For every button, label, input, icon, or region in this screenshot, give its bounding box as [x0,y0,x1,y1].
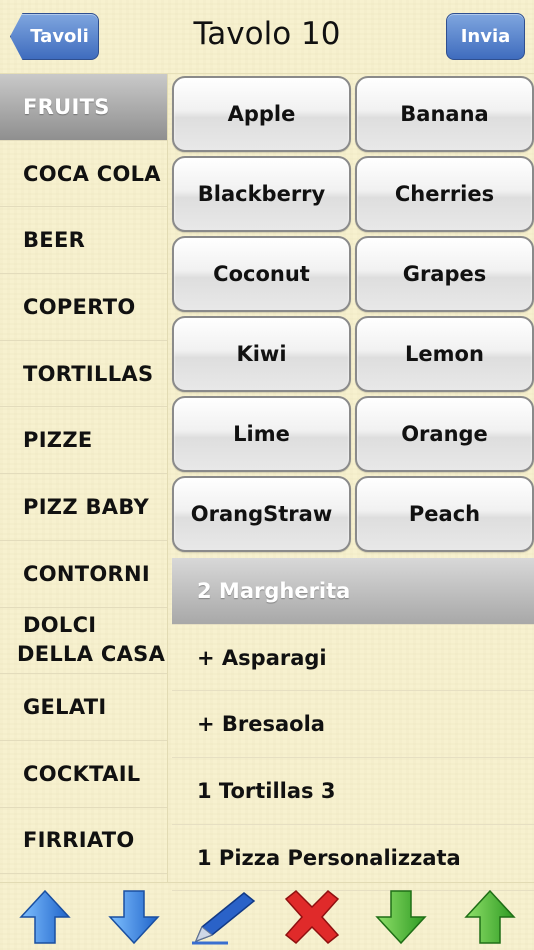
category-label: COCA COLA [23,161,161,186]
arrow-down-green-icon [374,889,427,944]
product-button-kiwi[interactable]: Kiwi [172,316,351,392]
category-pizz-baby[interactable]: PIZZ BABY [0,474,167,541]
edit-button[interactable] [188,887,258,947]
category-label: COPERTO [23,294,136,319]
category-fruits[interactable]: FRUITS [0,74,167,141]
category-coperto[interactable]: COPERTO [0,274,167,341]
product-button-apple[interactable]: Apple [172,76,351,152]
product-grid: Apple Banana Blackberry Cherries Coconut… [172,74,534,554]
order-list: 2 Margherita + Asparagi + Bresaola 1 Tor… [172,558,534,892]
order-item-label: + Asparagi [197,645,327,670]
order-item[interactable]: 1 Tortillas 3 [172,758,534,825]
category-coca-cola[interactable]: COCA COLA [0,141,167,208]
order-item[interactable]: + Bresaola [172,691,534,759]
nav-bar: Tavoli Tavolo 10 Invia [0,0,534,74]
category-list: FRUITS COCA COLA BEER COPERTO TORTILLAS … [0,74,168,882]
category-label-line1: DOLCI [23,612,97,637]
product-button-peach[interactable]: Peach [355,476,534,552]
category-gelati[interactable]: GELATI [0,674,167,741]
order-item-label: 1 Tortillas 3 [197,778,336,803]
product-button-lime[interactable]: Lime [172,396,351,472]
category-beer[interactable]: BEER [0,207,167,275]
product-button-coconut[interactable]: Coconut [172,236,351,312]
category-label: CONTORNI [23,561,150,586]
product-button-lemon[interactable]: Lemon [355,316,534,392]
product-button-blackberry[interactable]: Blackberry [172,156,351,232]
category-label: FRUITS [23,94,110,119]
move-down-green-button[interactable] [366,887,436,947]
category-label: COCKTAIL [23,761,141,786]
send-button-label: Invia [460,26,511,47]
category-cocktail[interactable]: COCKTAIL [0,741,167,808]
order-item-label: + Bresaola [197,712,325,737]
product-button-banana[interactable]: Banana [355,76,534,152]
category-label: PIZZ BABY [23,494,149,519]
category-label: TORTILLAS [23,361,154,386]
send-button[interactable]: Invia [446,13,525,60]
category-pizze[interactable]: PIZZE [0,407,167,475]
order-item-label: 1 Pizza Personalizzata [197,845,461,870]
category-label: GELATI [23,695,107,720]
delete-x-icon [284,889,339,944]
move-down-button[interactable] [99,887,169,947]
category-contorni[interactable]: CONTORNI [0,541,167,608]
arrow-up-green-icon [463,889,516,944]
bottom-toolbar [0,882,534,950]
move-up-green-button[interactable] [455,887,525,947]
category-tortillas[interactable]: TORTILLAS [0,341,167,408]
pen-icon [191,891,255,944]
arrow-up-blue-icon [18,889,71,944]
product-button-cherries[interactable]: Cherries [355,156,534,232]
category-label: PIZZE [23,428,93,453]
order-item-label: 2 Margherita [197,578,351,603]
category-dolci-della-casa[interactable]: DOLCI DELLA CASA [0,608,167,675]
category-label-line2: DELLA CASA [17,642,166,667]
delete-button[interactable] [277,887,347,947]
category-label: BEER [23,228,86,253]
order-item[interactable]: + Asparagi [172,625,534,692]
move-up-button[interactable] [10,887,80,947]
arrow-down-blue-icon [107,889,160,944]
category-firriato[interactable]: FIRRIATO [0,808,167,875]
product-button-orange[interactable]: Orange [355,396,534,472]
order-item[interactable]: 2 Margherita [172,558,534,625]
category-label: FIRRIATO [23,828,135,853]
product-button-grapes[interactable]: Grapes [355,236,534,312]
product-button-orangstraw[interactable]: OrangStraw [172,476,351,552]
